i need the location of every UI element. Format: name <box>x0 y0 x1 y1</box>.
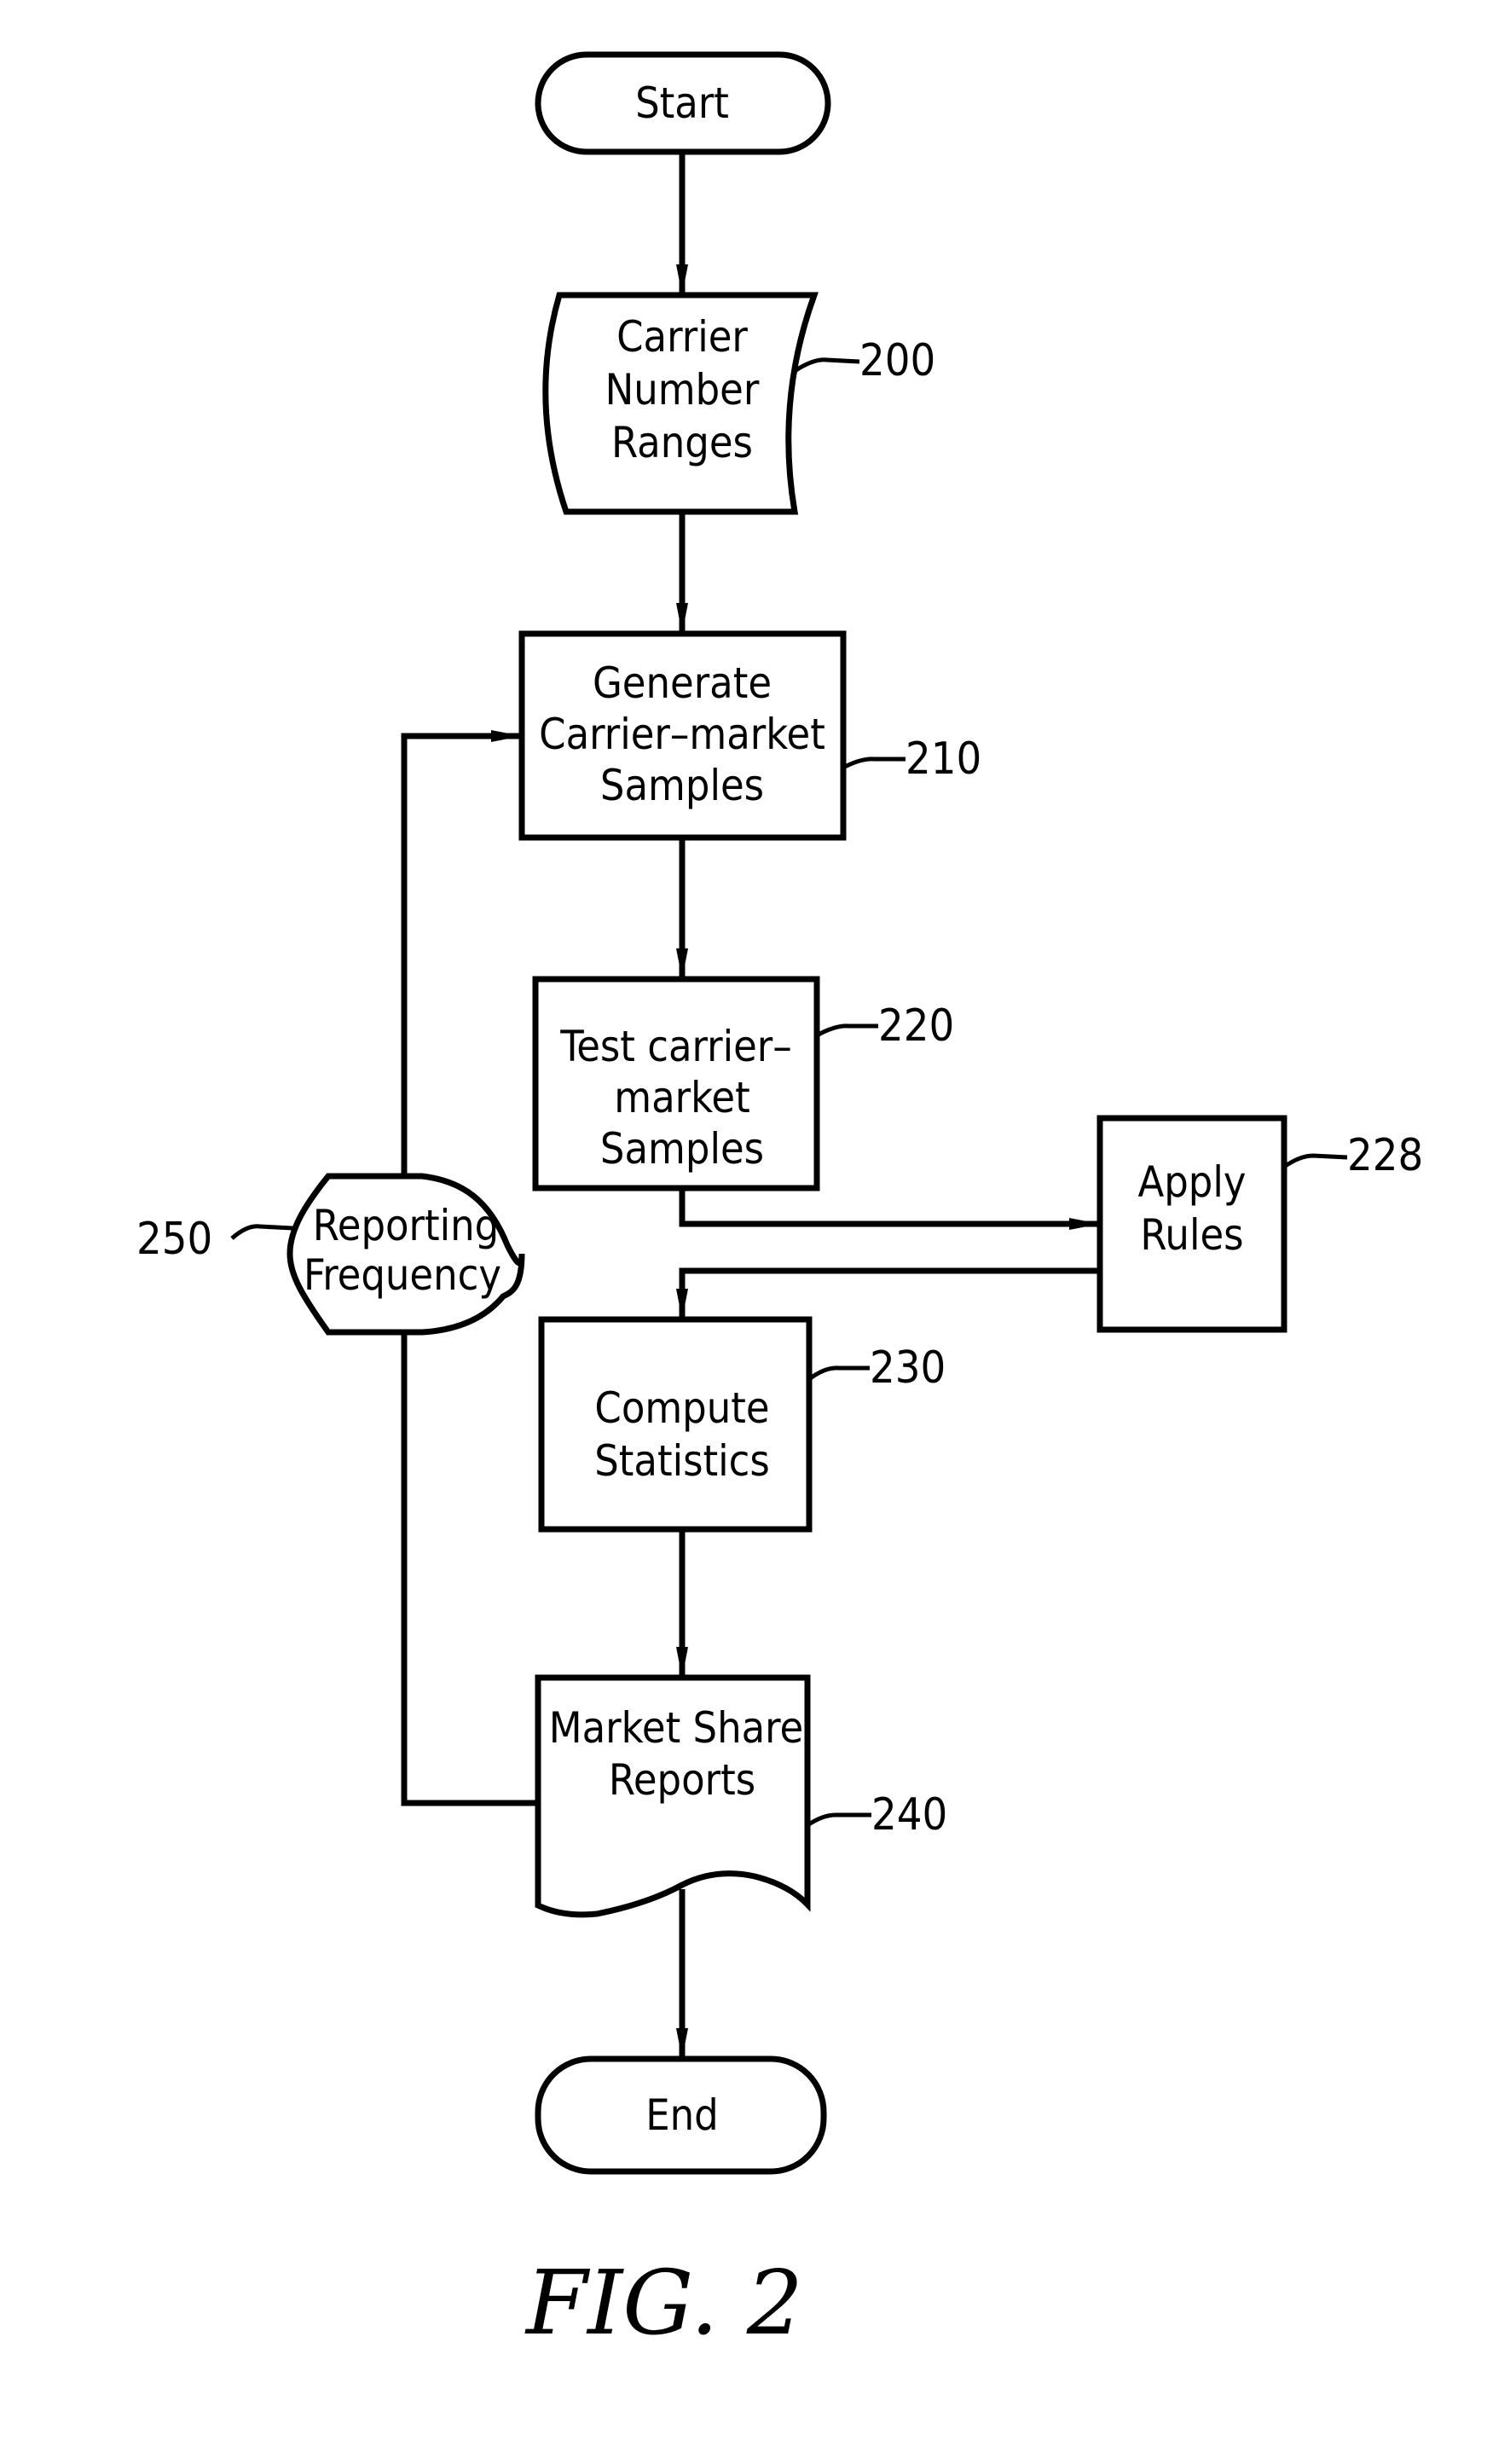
test-line-3: Samples <box>600 1124 764 1174</box>
carrier-ranges-line-3: Ranges <box>611 418 753 467</box>
arrow-ranges-to-generate-head <box>676 603 688 634</box>
ref-230-leader <box>807 1365 870 1382</box>
frequency-line-1: Reporting <box>313 1201 499 1250</box>
generate-line-1: Generate <box>593 658 772 708</box>
start-terminal: Start <box>535 51 831 155</box>
ref-250: 250 <box>136 1214 212 1265</box>
test-line-1: Test carrier– <box>559 1022 792 1071</box>
end-label: End <box>645 2090 719 2140</box>
carrier-number-ranges-node: Carrier Number Ranges 200 <box>542 292 935 515</box>
ref-228-leader <box>1282 1153 1348 1169</box>
generate-samples-node: Generate Carrier–market Samples 210 <box>518 630 981 841</box>
frequency-line-2: Frequency <box>304 1250 501 1300</box>
reports-line-2: Reports <box>609 1755 755 1805</box>
feedback-reports-to-frequency <box>401 1332 538 1806</box>
test-line-2: market <box>614 1073 749 1122</box>
market-share-reports-node: Market Share Reports 240 <box>535 1674 947 1918</box>
compute-statistics-node: Compute Statistics 230 <box>538 1316 946 1533</box>
ref-200-leader <box>793 357 860 374</box>
ref-230: 230 <box>870 1342 946 1394</box>
start-label: Start <box>635 78 729 128</box>
arrow-reports-to-end-head <box>676 2028 688 2059</box>
reports-line-1: Market Share <box>549 1703 803 1753</box>
ref-240-leader <box>806 1812 871 1828</box>
compute-line-2: Statistics <box>594 1436 770 1486</box>
apply-rules-node: Apply Rules 228 <box>1096 1115 1423 1333</box>
ref-240: 240 <box>871 1789 947 1841</box>
flowchart: Start Carrier Number Ranges 200 Generate… <box>136 51 1423 2355</box>
apply-line-1: Apply <box>1137 1157 1246 1207</box>
generate-line-3: Samples <box>600 761 764 810</box>
carrier-ranges-line-2: Number <box>605 365 760 415</box>
reporting-frequency-node: Reporting Frequency 250 <box>136 1173 525 1336</box>
feedback-frequency-to-generate <box>401 733 522 1176</box>
ref-228: 228 <box>1347 1130 1423 1181</box>
arrow-compute-to-reports-head <box>676 1647 688 1678</box>
feedback-arrow-head <box>491 730 522 742</box>
arrow-apply-to-compute <box>679 1267 1100 1319</box>
end-terminal: End <box>535 2055 827 2175</box>
ref-250-leader <box>230 1224 293 1240</box>
arrow-apply-to-compute-head <box>676 1289 688 1319</box>
arrow-generate-to-test-head <box>676 948 688 979</box>
apply-line-2: Rules <box>1140 1210 1243 1260</box>
ref-200: 200 <box>859 335 935 386</box>
ref-210: 210 <box>906 733 981 785</box>
carrier-ranges-line-1: Carrier <box>616 312 748 362</box>
ref-220: 220 <box>878 1000 954 1052</box>
arrow-start-to-ranges-head <box>676 264 688 295</box>
ref-210-leader <box>842 757 906 770</box>
compute-line-1: Compute <box>594 1383 769 1433</box>
test-samples-node: Test carrier– market Samples 220 <box>532 976 954 1191</box>
figure-label: FIG. 2 <box>524 2251 803 2355</box>
generate-line-2: Carrier–market <box>539 710 825 759</box>
ref-220-leader <box>815 1023 878 1038</box>
arrow-test-to-apply-head <box>1069 1218 1100 1230</box>
arrow-test-to-apply <box>679 1188 1100 1227</box>
